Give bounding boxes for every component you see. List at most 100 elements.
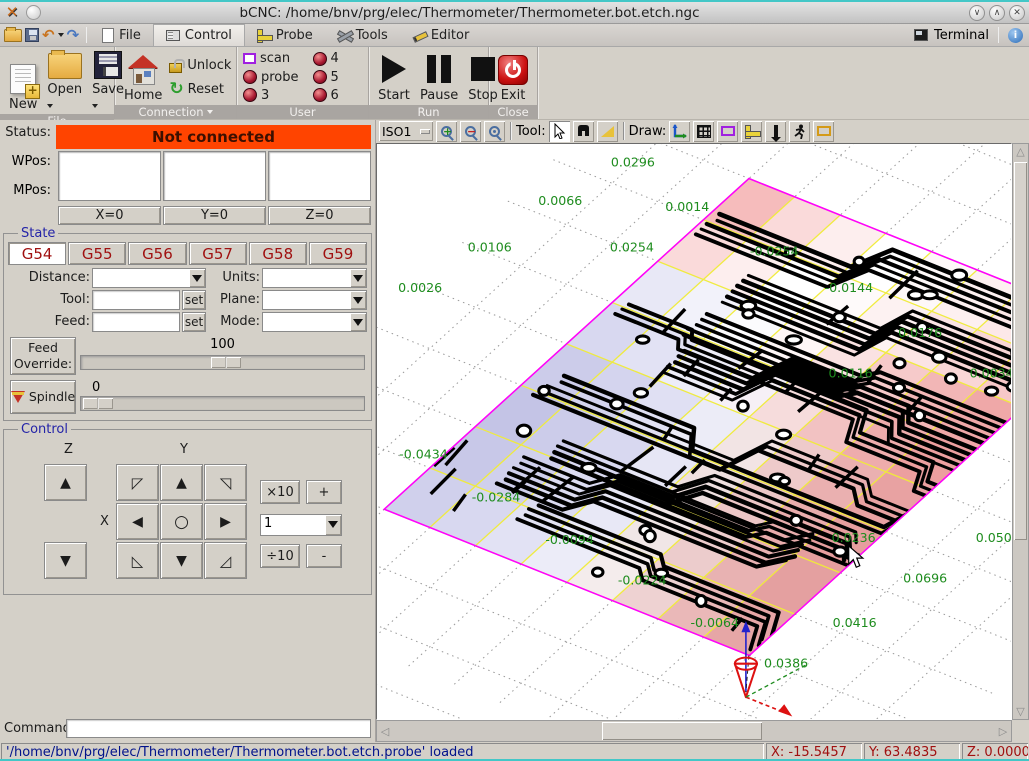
home-icon <box>127 57 159 85</box>
user-button-4[interactable]: 4 <box>311 50 341 67</box>
spindle-slider[interactable] <box>80 396 365 411</box>
step-minus-button[interactable]: - <box>306 544 342 568</box>
user-button-3[interactable]: 3 <box>241 87 301 104</box>
minimize-button[interactable]: ∨ <box>969 5 985 21</box>
pause-button[interactable]: Pause <box>415 49 463 105</box>
wcs-g57-button[interactable]: G57 <box>189 242 247 265</box>
user-button-5[interactable]: 5 <box>311 69 341 86</box>
spindle-checkbox[interactable]: Spindle <box>10 380 76 414</box>
feed-input[interactable] <box>92 312 180 332</box>
wcs-g59-button[interactable]: G59 <box>309 242 367 265</box>
zoom-fit-button[interactable] <box>484 121 505 142</box>
jog-x-plus-button[interactable]: ▶ <box>204 503 247 540</box>
feed-override-slider[interactable] <box>80 355 365 370</box>
hscroll-thumb[interactable] <box>602 722 762 740</box>
exit-button[interactable]: Exit <box>493 49 533 105</box>
draw-workarea-button[interactable] <box>813 121 834 142</box>
jog-up-right-button[interactable]: ◹ <box>204 464 247 501</box>
zoom-in-button[interactable]: + <box>436 121 457 142</box>
wcs-g58-button[interactable]: G58 <box>249 242 307 265</box>
jog-z-down-button[interactable]: ▼ <box>44 542 87 579</box>
jog-x-minus-button[interactable]: ◀ <box>116 503 159 540</box>
feed-set-button[interactable]: set <box>182 312 206 332</box>
step-mult10-button[interactable]: ×10 <box>260 480 300 504</box>
unlock-button[interactable]: Unlock <box>167 56 233 74</box>
units-combobox[interactable] <box>262 268 367 288</box>
open-button[interactable]: Open <box>42 49 87 114</box>
start-button[interactable]: Start <box>373 49 415 105</box>
control-group: Control Z Y X ▲ ▼ ◸ ▲ ◹ ◀ ○ ▶ ◺ ▼ ◿ ×1 <box>3 429 372 595</box>
maximize-button[interactable]: ∧ <box>989 5 1005 21</box>
canvas-panel: ISO1 + − Tool: Draw: <box>375 120 1029 742</box>
feed-override-button[interactable]: Feed Override: <box>10 337 76 375</box>
draw-ruler-button[interactable] <box>741 121 762 142</box>
jog-z-up-button[interactable]: ▲ <box>44 464 87 501</box>
wcs-g56-button[interactable]: G56 <box>128 242 186 265</box>
gantry-button[interactable] <box>573 121 594 142</box>
tab-tools[interactable]: Tools <box>325 24 400 46</box>
jog-up-left-button[interactable]: ◸ <box>116 464 159 501</box>
tool-input[interactable] <box>92 290 180 310</box>
new-button[interactable]: New <box>4 49 42 114</box>
measure-button[interactable] <box>597 121 618 142</box>
step-div10-button[interactable]: ÷10 <box>260 544 300 568</box>
units-dropdown-icon[interactable] <box>350 269 366 287</box>
terminal-button[interactable]: Terminal <box>934 28 989 43</box>
home-button[interactable]: Home <box>119 49 167 105</box>
y-axis-label: Y <box>180 442 188 457</box>
info-icon[interactable]: i <box>1008 28 1023 43</box>
zero-y-button[interactable]: Y=0 <box>163 206 266 225</box>
user-button-scan[interactable]: scan <box>241 50 301 67</box>
tab-probe[interactable]: Probe <box>245 24 325 46</box>
reset-button[interactable]: ↻ Reset <box>167 81 233 98</box>
vertical-scrollbar[interactable]: △ ▽ <box>1012 143 1029 721</box>
grid-icon <box>697 125 711 138</box>
draw-grid-button[interactable] <box>693 121 714 142</box>
jog-down-right-button[interactable]: ◿ <box>204 542 247 579</box>
draw-probe-button[interactable] <box>765 121 786 142</box>
step-dropdown-icon[interactable] <box>325 515 341 535</box>
close-button[interactable]: ✕ <box>1009 5 1025 21</box>
tab-file[interactable]: File <box>90 24 153 46</box>
mode-combobox[interactable] <box>262 312 367 332</box>
step-plus-button[interactable]: + <box>306 480 342 504</box>
status-message: '/home/bnv/prg/elec/Thermometer/Thermome… <box>1 743 764 761</box>
jog-down-left-button[interactable]: ◺ <box>116 542 159 579</box>
undo-dropdown-icon[interactable] <box>58 33 64 37</box>
user-button-6[interactable]: 6 <box>311 87 341 104</box>
distance-dropdown-icon[interactable] <box>189 269 205 287</box>
plane-combobox[interactable] <box>262 290 367 310</box>
gcode-canvas[interactable]: 0.02960.00660.00140.01060.0254-0.02540.0… <box>376 143 1012 721</box>
user-button-probe[interactable]: probe <box>241 69 301 86</box>
horizontal-scrollbar[interactable]: ◁ ▷ <box>376 720 1012 742</box>
jog-y-plus-button[interactable]: ▲ <box>160 464 203 501</box>
tab-editor[interactable]: Editor <box>400 24 481 46</box>
save-icon[interactable] <box>25 28 39 42</box>
draw-axes-button[interactable] <box>669 121 690 142</box>
tool-set-button[interactable]: set <box>182 290 206 310</box>
select-pointer-button[interactable] <box>549 121 570 142</box>
jog-y-minus-button[interactable]: ▼ <box>160 542 203 579</box>
draw-rapid-button[interactable] <box>789 121 810 142</box>
view-combobox[interactable]: ISO1 <box>379 121 433 141</box>
draw-margin-button[interactable] <box>717 121 738 142</box>
bcnc-window: ✕ bCNC: /home/bnv/prg/elec/Thermometer/T… <box>0 0 1029 761</box>
wcs-g54-button[interactable]: G54 <box>8 242 66 265</box>
zero-x-button[interactable]: X=0 <box>58 206 161 225</box>
step-combobox[interactable]: 1 <box>260 514 342 536</box>
wcs-g55-button[interactable]: G55 <box>68 242 126 265</box>
command-input[interactable] <box>66 719 371 738</box>
tab-control[interactable]: Control <box>153 24 245 46</box>
redo-icon[interactable]: ↷ <box>67 28 80 42</box>
distance-combobox[interactable] <box>92 268 206 288</box>
zoom-out-button[interactable]: − <box>460 121 481 142</box>
connection-group-caption[interactable]: Connection <box>115 105 236 119</box>
plane-dropdown-icon[interactable] <box>350 291 366 309</box>
open-icon[interactable] <box>4 29 22 42</box>
zero-z-button[interactable]: Z=0 <box>268 206 371 225</box>
undo-icon[interactable]: ↶ <box>42 28 55 42</box>
vscroll-thumb[interactable] <box>1014 162 1027 540</box>
mode-dropdown-icon[interactable] <box>350 313 366 331</box>
user-group-caption: User <box>237 105 368 119</box>
jog-center-button[interactable]: ○ <box>160 503 203 540</box>
